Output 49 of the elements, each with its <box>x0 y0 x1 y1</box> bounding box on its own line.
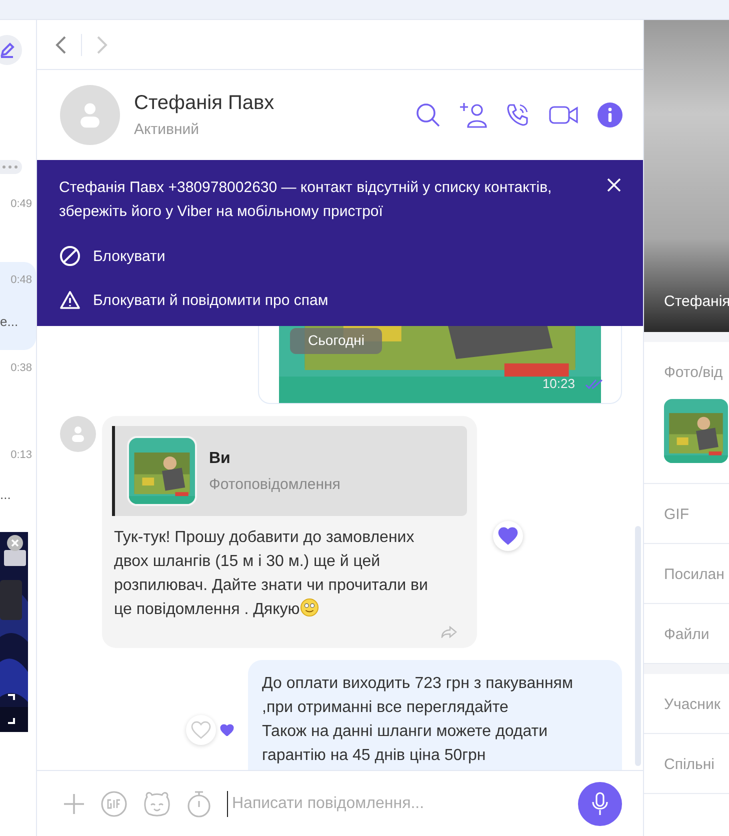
chat-time: 0:48 <box>10 274 32 286</box>
chat-preview: e... <box>0 314 18 329</box>
compose-button[interactable] <box>0 35 22 65</box>
chat-list-item[interactable]: 0:48 e... <box>0 262 36 350</box>
info-section[interactable]: GIF <box>644 484 729 544</box>
heart-icon <box>191 721 211 739</box>
notice-text: Стефанія Павх +380978002630 — контакт відсутній у списку контактів, збережіть його у Viber на мобільному пристрої <box>59 178 553 222</box>
message-text: Тук-тук! Прошу добавити до замовлених двох шлангів (15 м і 30 м.) ще й цей розпилювач. Дайте знати чи прочитали ви це повідомлення . Дякую <box>113 528 429 620</box>
message-input[interactable]: Написати повідомлення... <box>227 790 562 816</box>
block-action[interactable]: Блокувати <box>59 244 166 268</box>
close-icon[interactable] <box>7 535 23 551</box>
report-action[interactable]: Блокувати й повідомити про спам <box>59 288 328 312</box>
info-section[interactable]: Учасник <box>644 674 729 734</box>
more-button[interactable] <box>0 160 22 174</box>
voice-message-button[interactable] <box>578 782 622 826</box>
message-text: До оплати виходить 723 грн з пакуванням ,при отриманні все переглядайте Також на данні шланги можете додати гарантію на 45 днів ціна 50грн <box>262 675 573 764</box>
info-section[interactable]: Фото/від <box>644 342 729 484</box>
quoted-message[interactable]: Ви Фотоповідомлення <box>112 426 467 516</box>
info-icon[interactable] <box>597 102 623 128</box>
more-icon <box>2 165 18 169</box>
chat-list-item[interactable]: 0:38 <box>0 362 36 374</box>
video-call-icon[interactable] <box>549 104 579 126</box>
chat-preview: ... <box>0 487 11 502</box>
warning-icon <box>59 290 81 310</box>
reaction-button[interactable] <box>493 521 523 551</box>
back-icon[interactable] <box>55 34 67 54</box>
info-section[interactable]: Файли <box>644 604 729 664</box>
chat-time: 0:38 <box>10 362 32 374</box>
quote-author: Ви <box>209 450 232 468</box>
chat-list-item[interactable]: 0:13 ... <box>0 449 36 502</box>
quote-type: Фотоповідомлення <box>209 476 340 492</box>
profile-name: Стефанія <box>664 293 729 310</box>
contact-status: Активний <box>134 121 200 138</box>
phone-icon[interactable] <box>505 102 531 128</box>
info-section[interactable]: Посилан <box>644 544 729 604</box>
message-time: 10:23 <box>542 376 575 391</box>
contact-name: Стефанія Павх <box>134 92 276 115</box>
fullscreen-icon[interactable] <box>6 694 16 724</box>
block-icon <box>59 245 81 267</box>
pencil-icon <box>0 42 15 58</box>
add-contact-icon[interactable] <box>459 101 487 129</box>
close-icon[interactable] <box>607 178 621 192</box>
smiley-icon <box>300 598 319 617</box>
microphone-icon <box>592 792 608 816</box>
chat-time: 0:13 <box>10 449 32 461</box>
info-section[interactable]: Спільні <box>644 734 729 794</box>
search-icon[interactable] <box>415 102 441 128</box>
chat-list-item[interactable]: 0:49 <box>0 198 36 210</box>
chat-time: 0:49 <box>10 198 32 210</box>
